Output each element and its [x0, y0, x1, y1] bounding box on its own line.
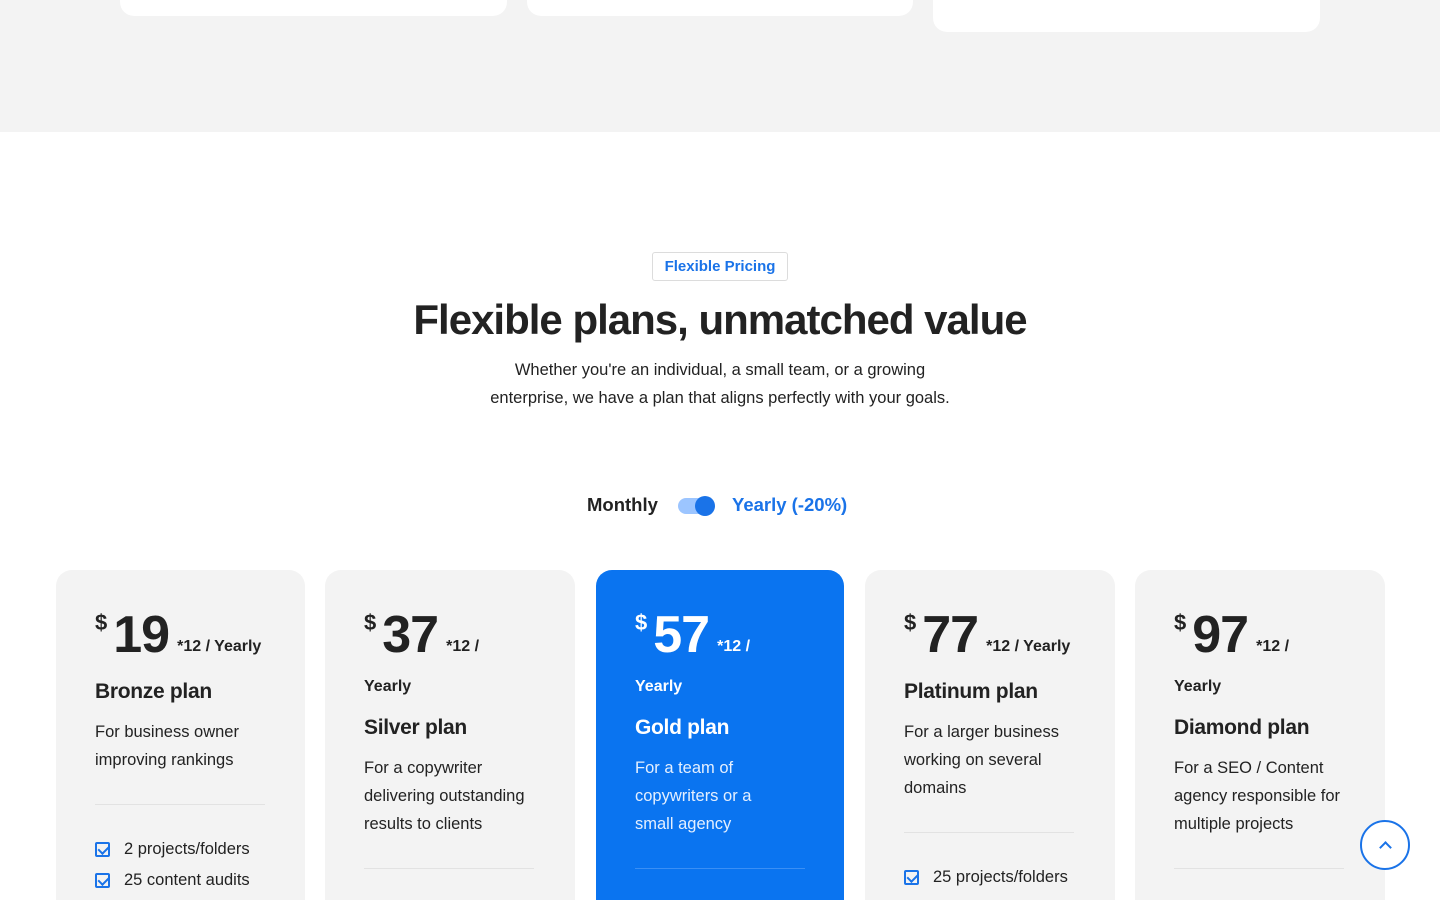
plan-name: Platinum plan [904, 680, 1038, 703]
feature-text: 25 content audits [124, 871, 250, 889]
section-heading: Flexible plans, unmatched value [413, 296, 1027, 343]
price-period: *12 / [717, 638, 751, 655]
feature-item: 2 projects/folders [95, 837, 266, 862]
check-icon [95, 842, 110, 857]
plan-name: Diamond plan [1174, 716, 1310, 739]
price-amount: 37 [382, 606, 439, 664]
price-period-cont: Yearly [635, 678, 683, 695]
previous-section-card [933, 0, 1320, 32]
currency-symbol: $ [95, 610, 108, 635]
price-amount: 77 [922, 606, 979, 664]
plan-name: Silver plan [364, 716, 467, 739]
price-amount: 19 [113, 606, 170, 664]
plan-name: Gold plan [635, 716, 730, 739]
previous-section-card [120, 0, 507, 16]
price-period-cont: Yearly [364, 678, 412, 695]
previous-section-band [0, 0, 1440, 132]
yearly-label[interactable]: Yearly (-20%) [732, 494, 847, 516]
currency-symbol: $ [635, 610, 648, 635]
plan-description: For a copywriter delivering outstanding … [364, 759, 525, 833]
monthly-label[interactable]: Monthly [587, 494, 658, 516]
plan-description: For business owner improving rankings [95, 723, 239, 769]
check-icon [904, 870, 919, 885]
check-icon [95, 873, 110, 888]
currency-symbol: $ [1174, 610, 1187, 635]
price-period: *12 / Yearly [986, 638, 1071, 655]
divider [95, 804, 265, 805]
billing-switch-knob [695, 496, 715, 516]
price: $ 97 *12 / [1174, 608, 1346, 662]
pricing-card-silver: $ 37 *12 / Yearly Silver plan For a copy… [325, 570, 575, 900]
billing-toggle: Monthly Yearly (-20%) [0, 492, 1440, 522]
price-period: *12 / [446, 638, 480, 655]
price: $ 77 *12 / Yearly [904, 608, 1076, 662]
divider [1174, 868, 1344, 869]
price-amount: 57 [653, 606, 710, 664]
plan-description: For a team of copywriters or a small age… [635, 759, 752, 833]
billing-switch[interactable] [678, 496, 715, 516]
pricing-card-bronze: $ 19 *12 / Yearly Bronze plan For busine… [56, 570, 305, 900]
price: $ 57 *12 / [635, 608, 805, 662]
plan-description: For a larger business working on several… [904, 723, 1059, 797]
pricing-card-diamond: $ 97 *12 / Yearly Diamond plan For a SEO… [1135, 570, 1385, 900]
pricing-card-platinum: $ 77 *12 / Yearly Platinum plan For a la… [865, 570, 1115, 900]
scroll-to-top-button[interactable] [1360, 820, 1410, 870]
price-period-cont: Yearly [1174, 678, 1222, 695]
currency-symbol: $ [904, 610, 917, 635]
price-amount: 97 [1192, 606, 1249, 664]
divider [364, 868, 534, 869]
price: $ 37 *12 / [364, 608, 536, 662]
pricing-card-gold: $ 57 *12 / Yearly Gold plan For a team o… [596, 570, 844, 900]
chevron-up-icon [1378, 840, 1392, 854]
feature-item: 25 content audits [95, 868, 266, 893]
feature-item: 25 projects/folders [904, 865, 1076, 890]
plan-name: Bronze plan [95, 680, 212, 703]
section-badge: Flexible Pricing [652, 252, 788, 281]
divider [635, 868, 805, 869]
section-subtext: Whether you're an individual, a small te… [490, 361, 950, 407]
divider [904, 832, 1074, 833]
price-period: *12 / [1256, 638, 1290, 655]
feature-text: 2 projects/folders [124, 840, 250, 858]
price-period: *12 / Yearly [177, 638, 262, 655]
price: $ 19 *12 / Yearly [95, 608, 266, 662]
currency-symbol: $ [364, 610, 377, 635]
plan-description: For a SEO / Content agency responsible f… [1174, 759, 1341, 833]
feature-text: 25 projects/folders [933, 868, 1068, 886]
previous-section-card [527, 0, 913, 16]
